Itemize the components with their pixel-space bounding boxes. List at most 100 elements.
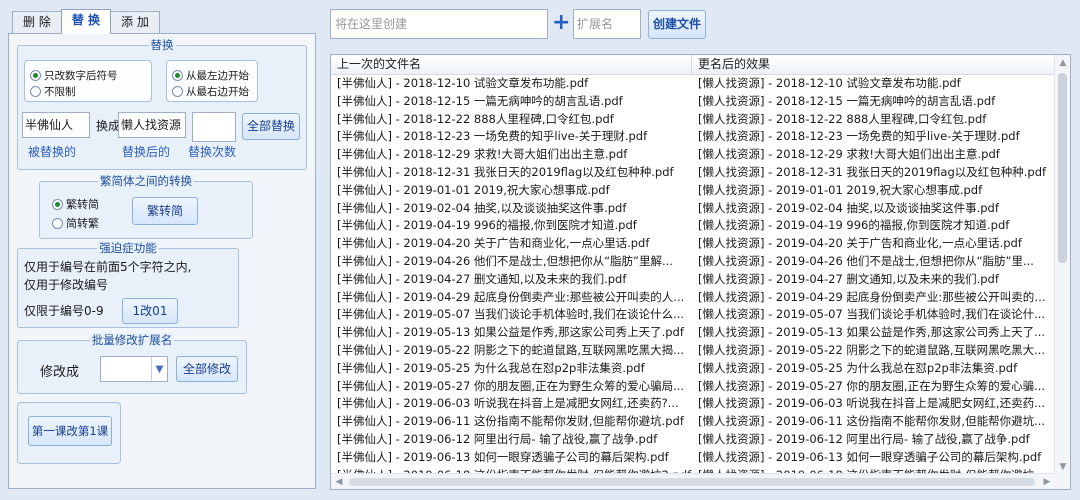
old-filename-cell: [半佛仙人] - 2019-05-27 你的朋友圈,正在为野生众筹的爱心骗局..…	[337, 378, 685, 393]
old-filename-cell: [半佛仙人] - 2019-06-13 如何一眼穿透骗子公司的幕后架构.pdf	[337, 449, 669, 464]
replace-group: 替换 只改数字后符号 不限制 从最左边开始 从最右边开始 半佛仙人 换成 懒人找…	[17, 38, 307, 170]
radio-dot	[52, 217, 63, 229]
table-row[interactable]: [半佛仙人] - 2018-12-15 一篇无病呻吟的胡言乱语.pdf [懒人找资…	[331, 93, 1055, 111]
find-text-input[interactable]: 半佛仙人	[22, 112, 90, 138]
replace-count-input[interactable]	[192, 112, 236, 142]
new-filename-cell: [懒人找资源] - 2019-04-20 关于广告和商业化,一点心里话.pdf	[698, 236, 1022, 251]
new-filename-cell: [懒人找资源] - 2019-05-25 为什么我总在怼p2p非法集资.pdf	[698, 360, 1018, 375]
table-row[interactable]: [半佛仙人] - 2019-06-12 阿里出行局- 输了战役,赢了战争.pdf…	[331, 431, 1055, 449]
tab-strip: 删 除 替 换 添 加	[12, 9, 160, 34]
convert-group-title: 繁简体之间的转换	[98, 174, 194, 188]
radio-simp-to-trad-label: 简转繁	[66, 217, 99, 230]
plus-icon: +	[552, 10, 571, 35]
radio-unlimited[interactable]: 不限制	[30, 84, 76, 99]
ocd-line-2: 仅用于修改编号	[24, 278, 109, 292]
table-row[interactable]: [半佛仙人] - 2018-12-31 我张日天的2019flag以及红包种种.…	[331, 164, 1055, 182]
table-row[interactable]: [半佛仙人] - 2019-04-27 删文通知,以及未来的我们.pdf [懒人找…	[331, 271, 1055, 289]
new-filename-cell: [懒人找资源] - 2019-02-04 抽奖,以及谈谈抽奖这件事.pdf	[698, 200, 999, 215]
table-row[interactable]: [半佛仙人] - 2018-12-22 888人里程碑,口令红包.pdf [懒人找…	[331, 111, 1055, 129]
create-file-button[interactable]: 创建文件	[648, 10, 706, 39]
table-row[interactable]: [半佛仙人] - 2019-04-26 他们不是战士,但想把你从“脂肪”里解..…	[331, 253, 1055, 271]
new-filename-cell: [懒人找资源] - 2018-12-22 888人里程碑,口令红包.pdf	[698, 111, 987, 126]
new-filename-cell: [懒人找资源] - 2019-05-13 如果公益是作秀,那这家公司秀上天了..…	[698, 325, 1046, 340]
table-row[interactable]: [半佛仙人] - 2019-04-19 996的福报,你到医院才知道.pdf [懒…	[331, 217, 1055, 235]
table-row[interactable]: [半佛仙人] - 2019-04-20 关于广告和商业化,一点心里话.pdf [懒…	[331, 235, 1055, 253]
left-panel: 删 除 替 换 添 加 替换 只改数字后符号 不限制 从最左边开始 从最右边开始…	[8, 9, 316, 489]
replace-group-title: 替换	[148, 38, 176, 52]
table-row[interactable]: [半佛仙人] - 2018-12-23 一场免费的知乎live-关于理财.pdf…	[331, 128, 1055, 146]
radio-simp-to-trad[interactable]: 简转繁	[52, 215, 99, 231]
replace-all-button[interactable]: 全部替换	[242, 113, 300, 140]
old-filename-cell: [半佛仙人] - 2019-04-27 删文通知,以及未来的我们.pdf	[337, 271, 627, 286]
new-filename-cell: [懒人找资源] - 2018-12-15 一篇无病呻吟的胡言乱语.pdf	[698, 93, 996, 108]
caption-find: 被替换的	[28, 145, 77, 159]
table-row[interactable]: [半佛仙人] - 2019-02-04 抽奖,以及谈谈抽奖这件事.pdf [懒人找…	[331, 200, 1055, 218]
old-filename-cell: [半佛仙人] - 2019-04-29 起底身份倒卖产业:那些被公开叫卖的人..…	[337, 289, 685, 304]
table-row[interactable]: [半佛仙人] - 2019-06-13 如何一眼穿透骗子公司的幕后架构.pdf […	[331, 449, 1055, 467]
scroll-left-icon[interactable]: ◀	[331, 474, 347, 489]
chevron-down-icon[interactable]: ▼	[151, 357, 167, 381]
old-filename-cell: [半佛仙人] - 2019-04-20 关于广告和商业化,一点心里话.pdf	[337, 236, 650, 251]
radio-unlimited-label: 不限制	[44, 86, 76, 98]
table-row[interactable]: [半佛仙人] - 2019-05-13 如果公益是作秀,那这家公司秀上天了.pd…	[331, 324, 1055, 342]
table-row[interactable]: [半佛仙人] - 2019-04-29 起底身份倒卖产业:那些被公开叫卖的人..…	[331, 289, 1055, 307]
table-row[interactable]: [半佛仙人] - 2019-01-01 2019,祝大家心想事成.pdf [懒人找…	[331, 182, 1055, 200]
old-filename-cell: [半佛仙人] - 2019-06-11 这份指南不能帮你发财,但能帮你避坑.pd…	[337, 414, 684, 429]
replace-text-input[interactable]: 懒人找资源	[118, 112, 186, 138]
horizontal-scroll-thumb[interactable]	[349, 478, 1035, 486]
lesson-rename-button[interactable]: 第一课改第1课	[28, 416, 112, 446]
table-row[interactable]: [半佛仙人] - 2018-12-10 试验文章发布功能.pdf [懒人找资源] …	[331, 75, 1055, 93]
ext-label: 修改成	[40, 365, 80, 380]
table-row[interactable]: [半佛仙人] - 2019-06-11 这份指南不能帮你发财,但能帮你避坑.pd…	[331, 413, 1055, 431]
radio-from-left-label: 从最左边开始	[186, 70, 249, 82]
caption-count: 替换次数	[188, 145, 237, 159]
ocd-line-1: 仅用于编号在前面5个字符之内,	[24, 260, 192, 274]
new-filename-cell: [懒人找资源] - 2019-04-29 起底身份倒卖产业:那些被公开叫卖的人.…	[698, 289, 1055, 304]
vertical-scrollbar[interactable]: ▲ ▼	[1054, 55, 1070, 475]
old-filename-cell: [半佛仙人] - 2019-05-25 为什么我总在怼p2p非法集资.pdf	[337, 360, 645, 375]
scroll-right-icon[interactable]: ▶	[1039, 474, 1055, 489]
ext-group-title: 批量修改扩展名	[89, 333, 175, 347]
vertical-scroll-thumb[interactable]	[1058, 73, 1067, 263]
ext-apply-button[interactable]: 全部修改	[176, 356, 238, 382]
ocd-group-title: 强迫症功能	[97, 241, 159, 255]
table-body: [半佛仙人] - 2018-12-10 试验文章发布功能.pdf [懒人找资源] …	[331, 75, 1055, 484]
table-row[interactable]: [半佛仙人] - 2019-05-07 当我们谈论手机体验时,我们在谈论什么..…	[331, 306, 1055, 324]
tab-delete[interactable]: 删 除	[12, 11, 62, 33]
new-filename-cell: [懒人找资源] - 2019-05-07 当我们谈论手机体验时,我们在谈论什..…	[698, 307, 1046, 322]
table-row[interactable]: [半佛仙人] - 2019-06-03 听说我在抖音上是减肥女网红,还卖药?..…	[331, 395, 1055, 413]
radio-from-left[interactable]: 从最左边开始	[172, 68, 249, 83]
column-header-new-name[interactable]: 更名后的效果	[692, 55, 1055, 75]
scrollbar-corner	[1054, 473, 1070, 489]
horizontal-scrollbar[interactable]: ◀ ▶	[331, 473, 1055, 489]
pad-number-button[interactable]: 1改01	[122, 298, 178, 324]
radio-only-digits[interactable]: 只改数字后符号	[30, 68, 118, 83]
radio-trad-to-simp[interactable]: 繁转简	[52, 196, 99, 212]
table-row[interactable]: [半佛仙人] - 2018-12-29 求救!大哥大姐们出出主意.pdf [懒人找…	[331, 146, 1055, 164]
ext-group: 批量修改扩展名 修改成 ▼ 全部修改	[17, 333, 247, 394]
table-row[interactable]: [半佛仙人] - 2019-05-27 你的朋友圈,正在为野生众筹的爱心骗局..…	[331, 378, 1055, 396]
new-filename-cell: [懒人找资源] - 2018-12-29 求救!大哥大姐们出出主意.pdf	[698, 147, 1000, 162]
tab-replace[interactable]: 替 换	[60, 9, 112, 34]
table-row[interactable]: [半佛仙人] - 2019-05-25 为什么我总在怼p2p非法集资.pdf [懒…	[331, 360, 1055, 378]
radio-from-right[interactable]: 从最右边开始	[172, 84, 249, 99]
caption-replace: 替换后的	[122, 145, 171, 159]
new-filename-cell: [懒人找资源] - 2019-04-19 996的福报,你到医院才知道.pdf	[698, 218, 1010, 233]
old-filename-cell: [半佛仙人] - 2019-06-03 听说我在抖音上是减肥女网红,还卖药?..…	[337, 396, 679, 411]
extension-input[interactable]: 扩展名	[573, 9, 641, 39]
new-filename-cell: [懒人找资源] - 2019-06-11 这份指南不能帮你发财,但能帮你避坑..…	[698, 414, 1046, 429]
radio-dot	[172, 70, 183, 81]
tab-add[interactable]: 添 加	[110, 11, 160, 33]
replace-mode-box: 只改数字后符号 不限制	[24, 60, 152, 102]
new-filename-cell: [懒人找资源] - 2019-04-26 他们不是战士,但想把你从“脂肪”里..…	[698, 253, 1034, 268]
column-header-old-name[interactable]: 上一次的文件名	[331, 55, 692, 75]
ext-select[interactable]: ▼	[100, 356, 168, 382]
old-filename-cell: [半佛仙人] - 2018-12-22 888人里程碑,口令红包.pdf	[337, 111, 614, 126]
table-row[interactable]: [半佛仙人] - 2019-05-22 阴影之下的蛇道鼠路,互联网黑吃黑大揭..…	[331, 342, 1055, 360]
convert-button[interactable]: 繁转简	[132, 197, 198, 225]
new-filename-cell: [懒人找资源] - 2019-01-01 2019,祝大家心想事成.pdf	[698, 182, 983, 197]
scroll-up-icon[interactable]: ▲	[1055, 55, 1070, 71]
create-name-input[interactable]: 将在这里创建	[330, 9, 548, 39]
radio-dot	[172, 86, 183, 97]
new-filename-cell: [懒人找资源] - 2018-12-23 一场免费的知乎live-关于理财.pd…	[698, 129, 1020, 144]
